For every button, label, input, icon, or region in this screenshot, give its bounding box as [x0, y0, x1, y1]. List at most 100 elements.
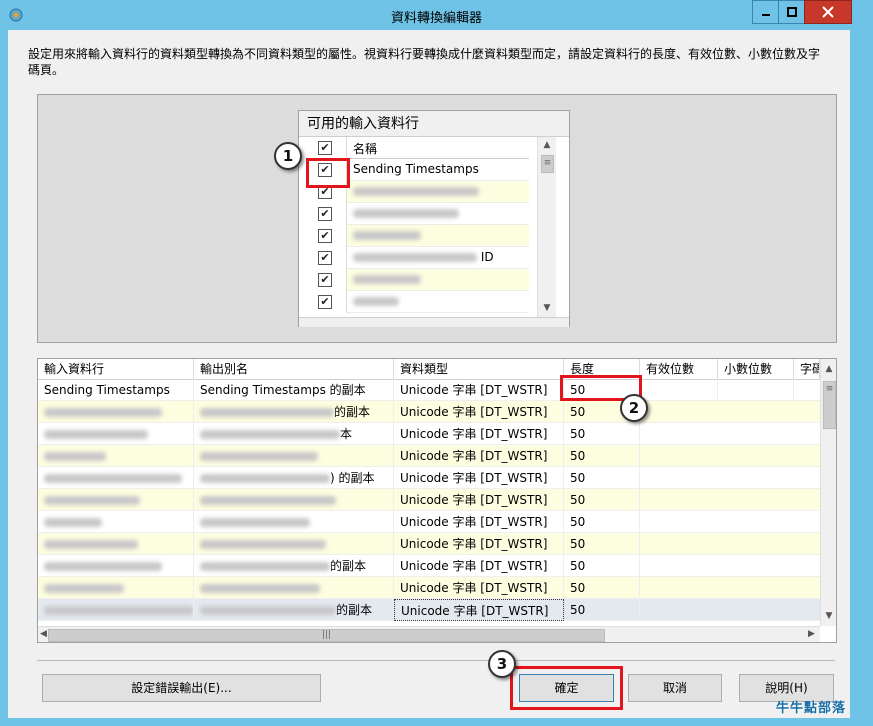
dialog-window: 資料轉換編輯器 設定用來將輸入資料行的資料類型轉換為不同資料類型的屬性。視資料行… — [0, 0, 873, 726]
cell-type[interactable]: Unicode 字串 [DT_WSTR] — [394, 467, 564, 489]
cell-alias[interactable]: 的副本 — [194, 599, 394, 621]
column-checkbox[interactable]: ✔ — [318, 207, 332, 221]
table-row[interactable]: Unicode 字串 [DT_WSTR] 50 — [38, 577, 820, 599]
table-row[interactable]: 的副本 Unicode 字串 [DT_WSTR] 50 — [38, 599, 820, 621]
cell-input[interactable] — [38, 467, 194, 489]
cell-alias[interactable]: 的副本 — [194, 401, 394, 423]
list-item[interactable]: ✔ — [307, 203, 529, 225]
grid-vertical-scrollbar[interactable]: ▲ ≡ ▼ — [820, 359, 836, 626]
cell-length[interactable]: 50 — [564, 467, 640, 489]
column-name: ID — [353, 250, 494, 264]
cell-input[interactable] — [38, 555, 194, 577]
column-checkbox[interactable]: ✔ — [318, 229, 332, 243]
table-row[interactable]: 本 Unicode 字串 [DT_WSTR] 50 — [38, 423, 820, 445]
table-row[interactable]: Sending Timestamps Sending Timestamps 的副… — [38, 379, 820, 401]
scroll-thumb[interactable]: ||| — [48, 629, 605, 642]
cell-alias[interactable]: Sending Timestamps 的副本 — [194, 379, 394, 401]
cell-input[interactable] — [38, 489, 194, 511]
cell-type[interactable]: Unicode 字串 [DT_WSTR] — [394, 401, 564, 423]
header-data-type[interactable]: 資料類型 — [394, 359, 564, 379]
cell-input[interactable] — [38, 423, 194, 445]
cell-alias[interactable] — [194, 445, 394, 467]
column-checkbox[interactable]: ✔ — [318, 273, 332, 287]
cell-alias[interactable] — [194, 511, 394, 533]
cell-input[interactable] — [38, 401, 194, 423]
cell-alias[interactable] — [194, 489, 394, 511]
cancel-button[interactable]: 取消 — [628, 674, 722, 702]
configure-error-output-button[interactable]: 設定錯誤輸出(E)... — [42, 674, 321, 702]
cell-length[interactable]: 50 — [564, 445, 640, 467]
cell-length[interactable]: 50 — [564, 533, 640, 555]
title-bar[interactable]: 資料轉換編輯器 — [0, 0, 873, 30]
table-row[interactable]: Unicode 字串 [DT_WSTR] 50 — [38, 445, 820, 467]
list-item[interactable]: ✔ — [307, 225, 529, 247]
cell-alias[interactable]: 的副本 — [194, 555, 394, 577]
table-row[interactable]: ) 的副本 Unicode 字串 [DT_WSTR] 50 — [38, 467, 820, 489]
cell-alias[interactable] — [194, 577, 394, 599]
cell-input[interactable] — [38, 511, 194, 533]
cell-alias[interactable] — [194, 533, 394, 555]
scroll-up-icon[interactable]: ▲ — [823, 363, 835, 375]
grid-horizontal-scrollbar[interactable]: ◀ ||| ▶ — [38, 626, 820, 642]
maximize-button[interactable] — [778, 0, 806, 24]
cell-length[interactable]: 50 — [564, 423, 640, 445]
cell-type[interactable]: Unicode 字串 [DT_WSTR] — [394, 599, 564, 621]
select-all-checkbox[interactable]: ✔ — [318, 141, 332, 155]
scroll-up-icon[interactable]: ▲ — [541, 139, 553, 151]
cell-type[interactable]: Unicode 字串 [DT_WSTR] — [394, 577, 564, 599]
cell-length[interactable]: 50 — [564, 489, 640, 511]
column-checkbox[interactable]: ✔ — [318, 251, 332, 265]
cell-length[interactable]: 50 — [564, 577, 640, 599]
available-columns-title: 可用的輸入資料行 — [299, 111, 569, 137]
cell-type[interactable]: Unicode 字串 [DT_WSTR] — [394, 379, 564, 401]
cell-input[interactable]: Sending Timestamps — [38, 379, 194, 401]
cell-type[interactable]: Unicode 字串 [DT_WSTR] — [394, 555, 564, 577]
header-output-alias[interactable]: 輸出別名 — [194, 359, 394, 379]
cell-type[interactable]: Unicode 字串 [DT_WSTR] — [394, 511, 564, 533]
list-item[interactable]: ✔ ID — [307, 247, 529, 269]
cell-precision[interactable] — [640, 379, 718, 401]
cell-type[interactable]: Unicode 字串 [DT_WSTR] — [394, 423, 564, 445]
column-checkbox[interactable]: ✔ — [318, 295, 332, 309]
checkbox-cell: ✔ — [307, 225, 347, 247]
table-row[interactable]: 的副本 Unicode 字串 [DT_WSTR] 50 — [38, 555, 820, 577]
cell-input[interactable] — [38, 533, 194, 555]
column-name-redacted — [353, 228, 421, 242]
cell-length[interactable]: 50 — [564, 511, 640, 533]
cell-type[interactable]: Unicode 字串 [DT_WSTR] — [394, 533, 564, 555]
header-code-page[interactable]: 字碼 — [794, 359, 820, 379]
cell-alias[interactable]: ) 的副本 — [194, 467, 394, 489]
header-input-column[interactable]: 輸入資料行 — [38, 359, 194, 379]
available-columns-scrollbar[interactable]: ▲ ≡ ▼ — [537, 137, 556, 317]
scroll-down-icon[interactable]: ▼ — [823, 610, 835, 622]
minimize-button[interactable] — [752, 0, 780, 24]
close-button[interactable] — [804, 0, 852, 24]
scroll-left-icon[interactable]: ◀ — [40, 629, 47, 639]
list-item[interactable]: ✔ — [307, 291, 529, 313]
cell-input[interactable] — [38, 577, 194, 599]
watermark-text: 牛牛點部落 — [776, 701, 847, 716]
cell-scale[interactable] — [718, 379, 794, 401]
header-scale[interactable]: 小數位數 — [718, 359, 794, 379]
scroll-thumb[interactable]: ≡ — [823, 381, 836, 429]
cell-input[interactable] — [38, 599, 194, 621]
table-row[interactable]: Unicode 字串 [DT_WSTR] 50 — [38, 533, 820, 555]
scroll-thumb[interactable]: ≡ — [541, 155, 554, 173]
list-item[interactable]: ✔ — [307, 269, 529, 291]
header-precision[interactable]: 有效位數 — [640, 359, 718, 379]
cell-type[interactable]: Unicode 字串 [DT_WSTR] — [394, 445, 564, 467]
cell-length[interactable]: 50 — [564, 555, 640, 577]
cell-alias[interactable]: 本 — [194, 423, 394, 445]
cell-length[interactable]: 50 — [564, 599, 640, 621]
cell-type[interactable]: Unicode 字串 [DT_WSTR] — [394, 489, 564, 511]
scroll-right-icon[interactable]: ▶ — [808, 629, 815, 639]
alias-suffix: ) 的副本 — [330, 471, 375, 485]
table-row[interactable]: Unicode 字串 [DT_WSTR] 50 — [38, 511, 820, 533]
table-row[interactable]: Unicode 字串 [DT_WSTR] 50 — [38, 489, 820, 511]
table-row[interactable]: 的副本 Unicode 字串 [DT_WSTR] 50 — [38, 401, 820, 423]
select-all-cell: ✔ — [307, 137, 347, 159]
checkbox-cell: ✔ — [307, 269, 347, 291]
available-columns-panel: 可用的輸入資料行 ✔ 名稱 ✔ Sending Timestamps ✔ ✔ ✔… — [37, 94, 837, 343]
scroll-down-icon[interactable]: ▼ — [541, 302, 553, 314]
cell-input[interactable] — [38, 445, 194, 467]
